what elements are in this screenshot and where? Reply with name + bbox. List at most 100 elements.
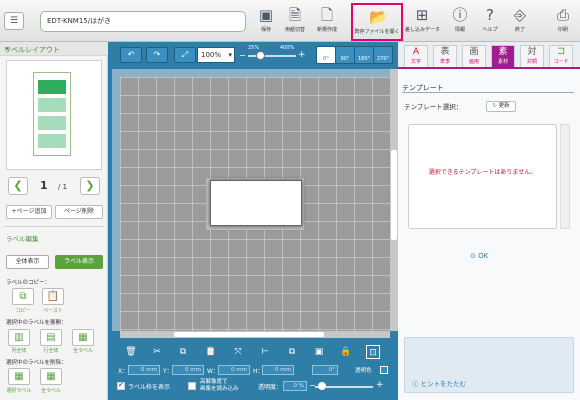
w-field[interactable]: 0 mm: [218, 365, 250, 375]
label-design-area[interactable]: [210, 180, 302, 226]
paste-label: ペースト: [43, 308, 63, 314]
x-field[interactable]: 0 mm: [128, 365, 160, 375]
tab-text[interactable]: A 文字: [404, 45, 428, 67]
delete-all-button[interactable]: ▦: [40, 368, 62, 385]
thumb-label[interactable]: [38, 116, 66, 130]
add-page-button[interactable]: +ページ追加: [6, 205, 52, 219]
paste-button[interactable]: 📋: [42, 288, 64, 305]
frame-icon[interactable]: ▣: [312, 345, 326, 359]
grid-snap-icon[interactable]: ⊡: [366, 345, 380, 359]
tab-template[interactable]: 素素材: [491, 45, 515, 67]
next-page-button[interactable]: ❯: [80, 177, 100, 195]
background-icon: 対: [527, 47, 537, 57]
delete-all-label: 全ラベル: [40, 388, 61, 394]
grid-row-icon: ▤: [46, 332, 56, 343]
zoom-in-icon[interactable]: +: [298, 50, 306, 60]
print-button[interactable]: ⎙ 印刷: [548, 3, 578, 41]
check-icon: ✔: [118, 381, 124, 389]
close-icon[interactable]: ×: [4, 45, 104, 53]
zoom-value: 100%: [201, 51, 222, 59]
copy-button[interactable]: ⧉: [12, 288, 34, 305]
cut-icon[interactable]: ✂: [150, 345, 164, 359]
align-icon[interactable]: ⊢: [258, 345, 272, 359]
tab-code[interactable]: ココード: [549, 45, 573, 67]
new-file-button[interactable]: 🗋 新規作成: [312, 3, 342, 41]
arrange-icon[interactable]: ⤧: [231, 345, 245, 359]
info-icon: ⓘ: [452, 6, 468, 24]
hq-load-label: 高解像度で 画像を読み込み: [200, 379, 239, 392]
layer-icon[interactable]: ⧉: [285, 345, 299, 359]
fit-button[interactable]: ⤢: [174, 47, 196, 63]
filename-field: EDT-KNM15/はがき: [40, 11, 246, 32]
tab-image[interactable]: 画画用: [462, 45, 486, 67]
tab-table[interactable]: 表表李: [433, 45, 457, 67]
copy-icon[interactable]: ⧉: [176, 345, 190, 359]
info-button[interactable]: ⓘ 情報: [445, 3, 475, 41]
trash-icon[interactable]: 🗑: [124, 345, 138, 359]
paper-switch-icon: 🗎: [288, 6, 302, 24]
expand-column-button[interactable]: ▥: [8, 329, 30, 346]
hq-load-checkbox[interactable]: [188, 382, 196, 390]
show-frame-label: ラベル枠を表示: [128, 384, 171, 391]
expand-all-button[interactable]: ▦: [72, 329, 94, 346]
template-select-label: テンプレート選択：: [404, 103, 463, 111]
transparency-label: 透明度：: [258, 384, 283, 391]
delete-all-icon: ▦: [46, 371, 56, 382]
thumb-label[interactable]: [38, 98, 66, 112]
rotate-90-button[interactable]: 90°: [335, 46, 355, 64]
transparency-field[interactable]: 0 %: [283, 381, 307, 391]
redo-button[interactable]: ↷: [146, 47, 168, 63]
template-list[interactable]: [408, 124, 557, 229]
hint-collapse-button[interactable]: ⓘ ヒントをたたむ: [412, 378, 466, 388]
zoom-out-icon[interactable]: −: [239, 51, 246, 60]
divider: [402, 92, 574, 93]
angle-field[interactable]: 0°: [312, 365, 338, 375]
refresh-icon: ↻: [492, 103, 497, 109]
y-field[interactable]: 0 mm: [172, 365, 204, 375]
fit-screen-icon: ⤢: [181, 50, 189, 59]
h-field[interactable]: 0 mm: [262, 365, 294, 375]
lock-icon[interactable]: 🔒: [339, 345, 353, 359]
page-current: 1: [40, 179, 48, 192]
horizontal-scroll-thumb[interactable]: [174, 332, 324, 337]
menu-button[interactable]: ☰: [4, 12, 24, 30]
expand-row-button[interactable]: ▤: [40, 329, 62, 346]
prev-page-button[interactable]: ❮: [8, 177, 28, 195]
show-frame-checkbox[interactable]: ✔: [117, 381, 125, 390]
x-label: X：: [118, 368, 129, 375]
plus-icon[interactable]: +: [376, 380, 384, 390]
undo-button[interactable]: ↶: [120, 47, 142, 63]
thumb-label-selected[interactable]: [38, 80, 66, 94]
ruler-vertical: [112, 69, 120, 331]
all-view-button[interactable]: 全体表示: [6, 255, 49, 269]
page-thumbnail[interactable]: [33, 72, 71, 156]
transparency-slider-handle[interactable]: [318, 382, 326, 390]
label-view-button[interactable]: ラベル表示: [55, 255, 103, 269]
open-file-button[interactable]: 📂 既存ファイルを開く: [351, 3, 403, 41]
rotate-0-button[interactable]: 0°: [316, 46, 336, 64]
chevron-down-icon: ▾: [228, 51, 232, 59]
vertical-scroll-thumb[interactable]: [391, 150, 397, 240]
save-button[interactable]: ▣ 保存: [251, 3, 281, 41]
delete-page-button[interactable]: ページ削除: [55, 205, 103, 219]
zoom-slider-handle[interactable]: [256, 51, 265, 60]
help-button[interactable]: ? ヘルプ: [475, 3, 505, 41]
ok-button[interactable]: ⊙ OK: [470, 252, 488, 260]
thumb-label[interactable]: [38, 134, 66, 148]
transparent-color-swatch[interactable]: [380, 366, 388, 374]
info-circle-icon: ⓘ: [412, 380, 419, 388]
divider: [4, 226, 104, 227]
paper-switch-button[interactable]: 🗎 用紙切替: [280, 3, 310, 41]
refresh-button[interactable]: ↻ 更新: [486, 101, 516, 112]
tab-background[interactable]: 対対顔: [520, 45, 544, 67]
rotate-270-button[interactable]: 270°: [373, 46, 393, 64]
ok-circle-icon: ⊙: [470, 252, 476, 260]
template-list-scrollbar[interactable]: [560, 124, 570, 229]
delete-selected-button[interactable]: ▦: [8, 368, 30, 385]
paste-icon[interactable]: 📋: [204, 345, 218, 359]
grid-column-icon: ▥: [14, 332, 24, 343]
exit-button[interactable]: ⎆ 終了: [505, 3, 535, 41]
merge-data-button[interactable]: ⊞ 差し込みデータ: [405, 3, 440, 41]
zoom-select[interactable]: 100% ▾: [197, 47, 235, 63]
rotate-180-button[interactable]: 180°: [354, 46, 374, 64]
